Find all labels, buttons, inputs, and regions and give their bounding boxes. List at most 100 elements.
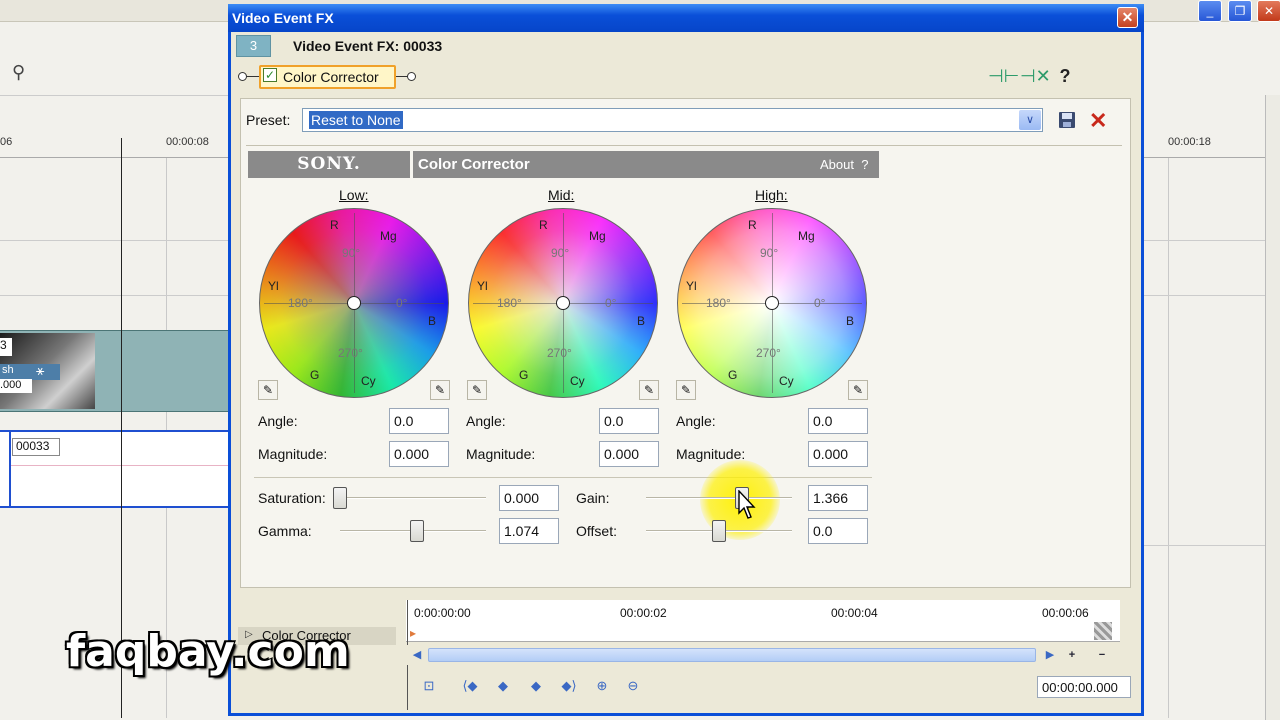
- offset-slider-thumb[interactable]: [712, 520, 726, 542]
- wheel-marker-mg: Mg: [589, 229, 606, 243]
- mid-wheel-handle[interactable]: [556, 296, 570, 310]
- envelope-line: [10, 465, 228, 466]
- scroll-left-icon[interactable]: ◀: [407, 646, 427, 664]
- wheel-degree-90: 90°: [342, 246, 361, 260]
- track-divider: [1144, 240, 1265, 241]
- wheel-degree-0: 0°: [814, 296, 826, 310]
- minimize-button[interactable]: _: [1198, 0, 1222, 22]
- fx-number-badge: 3: [236, 35, 271, 57]
- zoom-out-button[interactable]: −: [1092, 646, 1112, 664]
- preset-value[interactable]: Reset to None: [309, 111, 403, 129]
- scroll-right-icon[interactable]: ▶: [1040, 646, 1060, 664]
- eyedropper-icon[interactable]: ✎: [676, 380, 696, 400]
- wheel-marker-g: G: [519, 368, 529, 382]
- preset-separator: [246, 145, 1122, 146]
- track-divider: [0, 295, 228, 296]
- restore-button[interactable]: ❐: [1228, 0, 1252, 22]
- low-angle-input[interactable]: 0.0: [389, 408, 449, 434]
- eyedropper-icon[interactable]: ✎: [848, 380, 868, 400]
- low-angle-label: Angle:: [258, 413, 298, 429]
- low-magnitude-label: Magnitude:: [258, 446, 328, 462]
- high-angle-input[interactable]: 0.0: [808, 408, 868, 434]
- eyedropper-icon[interactable]: ✎: [430, 380, 450, 400]
- vertical-scrollbar[interactable]: [1265, 95, 1280, 720]
- low-wheel-handle[interactable]: [347, 296, 361, 310]
- high-wheel-label: High:: [755, 187, 788, 203]
- keyframe-ruler[interactable]: 0:00:00:00 00:00:02 00:00:04 00:00:06 ▸: [406, 600, 1120, 642]
- sync-cursor-icon[interactable]: ⊡: [417, 675, 441, 697]
- remove-plugin-icon[interactable]: ⊣✕: [1020, 66, 1051, 88]
- saturation-slider[interactable]: [340, 497, 486, 499]
- eyedropper-icon[interactable]: ✎: [258, 380, 278, 400]
- high-wheel-handle[interactable]: [765, 296, 779, 310]
- mid-angle-label: Angle:: [466, 413, 506, 429]
- watermark-text: faqbay.com: [66, 626, 350, 677]
- keyframe-marker-icon[interactable]: ▸: [410, 626, 416, 640]
- clip-number: 3: [0, 338, 12, 356]
- gamma-label: Gamma:: [258, 523, 312, 539]
- eyedropper-icon[interactable]: ✎: [467, 380, 487, 400]
- delete-keyframe-icon[interactable]: ⊖: [621, 675, 645, 697]
- clip-fx-icon[interactable]: ⚹: [36, 362, 44, 379]
- plugin-enable-checkbox[interactable]: ✓: [263, 68, 277, 82]
- wheel-degree-0: 0°: [396, 296, 408, 310]
- kf-ruler-label: 00:00:04: [831, 606, 878, 620]
- mid-magnitude-input[interactable]: 0.000: [599, 441, 659, 467]
- mid-magnitude-label: Magnitude:: [466, 446, 536, 462]
- high-magnitude-input[interactable]: 0.000: [808, 441, 868, 467]
- section-divider: [254, 477, 872, 478]
- next-keyframe-icon[interactable]: ◆: [524, 675, 548, 697]
- saturation-input[interactable]: 0.000: [499, 485, 559, 511]
- saturation-slider-thumb[interactable]: [333, 487, 347, 509]
- add-keyframe-icon[interactable]: ⊕: [590, 675, 614, 697]
- wheel-degree-270: 270°: [338, 346, 363, 360]
- offset-label: Offset:: [576, 523, 617, 539]
- preset-dropdown[interactable]: [302, 108, 1043, 132]
- gamma-slider-thumb[interactable]: [410, 520, 425, 542]
- wheel-marker-g: G: [310, 368, 320, 382]
- previous-keyframe-icon[interactable]: ◆: [491, 675, 515, 697]
- keyframe-scroll-thumb[interactable]: [428, 648, 1036, 662]
- grid-line: [1168, 158, 1169, 718]
- about-help-icon[interactable]: ?: [861, 157, 868, 172]
- edit-tool-icon[interactable]: ⚲: [12, 62, 25, 83]
- gain-input[interactable]: 1.366: [808, 485, 868, 511]
- about-link[interactable]: About ?: [820, 157, 868, 172]
- delete-preset-icon[interactable]: ✕: [1089, 108, 1107, 134]
- wheel-degree-270: 270°: [547, 346, 572, 360]
- first-keyframe-icon[interactable]: ⟨◆: [458, 675, 482, 697]
- gain-slider[interactable]: [646, 497, 792, 499]
- chevron-down-icon[interactable]: ∨: [1019, 110, 1041, 130]
- help-icon[interactable]: ?: [1053, 66, 1077, 88]
- mid-wheel-label: Mid:: [548, 187, 575, 203]
- keyframe-time-input[interactable]: 00:00:00.000: [1037, 676, 1131, 698]
- mid-angle-input[interactable]: 0.0: [599, 408, 659, 434]
- track-divider: [0, 240, 228, 241]
- wheel-degree-180: 180°: [497, 296, 522, 310]
- fx-title-text: Video Event FX: 00033: [293, 38, 443, 54]
- eyedropper-icon[interactable]: ✎: [639, 380, 659, 400]
- resize-grip-icon[interactable]: [1094, 622, 1112, 640]
- zoom-in-button[interactable]: +: [1062, 646, 1082, 664]
- about-text[interactable]: About: [820, 157, 854, 172]
- clip-fx-label[interactable]: sh: [0, 364, 60, 380]
- gamma-input[interactable]: 1.074: [499, 518, 559, 544]
- wheel-marker-yl: Yl: [686, 279, 697, 293]
- wheel-degree-180: 180°: [288, 296, 313, 310]
- wheel-degree-0: 0°: [605, 296, 617, 310]
- plug-in-chain-icon[interactable]: ⊣⊢: [988, 66, 1019, 88]
- last-keyframe-icon[interactable]: ◆⟩: [557, 675, 581, 697]
- save-preset-icon[interactable]: [1056, 109, 1078, 131]
- chain-plugin-color-corrector[interactable]: Color Corrector: [259, 65, 396, 89]
- wheel-marker-mg: Mg: [798, 229, 815, 243]
- low-magnitude-input[interactable]: 0.000: [389, 441, 449, 467]
- audio-clip-label: 00033: [12, 438, 60, 456]
- app-close-button[interactable]: ✕: [1257, 0, 1280, 22]
- ruler-label: 00:00:18: [1168, 136, 1211, 148]
- track-divider: [1144, 295, 1265, 296]
- dialog-close-button[interactable]: ✕: [1117, 7, 1138, 28]
- kf-ruler-label: 00:00:02: [620, 606, 667, 620]
- selection-edge: [9, 430, 11, 508]
- offset-input[interactable]: 0.0: [808, 518, 868, 544]
- wheel-degree-90: 90°: [551, 246, 570, 260]
